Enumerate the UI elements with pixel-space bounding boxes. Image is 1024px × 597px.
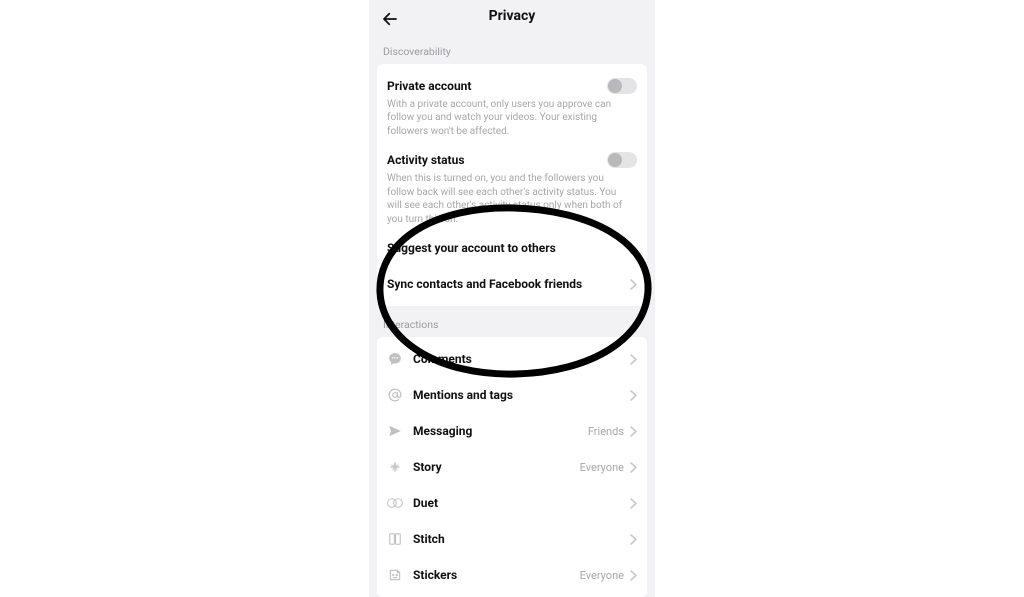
private-account-setting: Private account With a private account, … [377, 68, 647, 143]
stitch-icon [387, 531, 403, 547]
comments-icon [387, 351, 403, 367]
stickers-value: Everyone [580, 569, 624, 582]
private-account-title: Private account [387, 79, 471, 93]
section-label-discoverability: Discoverability [369, 33, 655, 64]
sticker-icon [387, 567, 403, 583]
chevron-right-icon [630, 570, 637, 581]
chevron-right-icon [630, 354, 637, 365]
private-account-desc: With a private account, only users you a… [387, 98, 637, 139]
chevron-right-icon [630, 243, 637, 254]
private-account-toggle[interactable] [607, 78, 637, 94]
stitch-row[interactable]: Stitch [377, 521, 647, 557]
stickers-label: Stickers [413, 568, 580, 582]
messaging-value: Friends [588, 425, 624, 438]
duet-row[interactable]: Duet [377, 485, 647, 521]
chevron-right-icon [630, 390, 637, 401]
messaging-row[interactable]: Messaging Friends [377, 413, 647, 449]
toggle-knob [608, 79, 622, 93]
story-label: Story [413, 460, 580, 474]
chevron-right-icon [630, 426, 637, 437]
comments-row[interactable]: Comments [377, 341, 647, 377]
chevron-right-icon [630, 462, 637, 473]
activity-status-toggle[interactable] [607, 152, 637, 168]
send-icon [387, 423, 403, 439]
chevron-right-icon [630, 279, 637, 290]
stickers-row[interactable]: Stickers Everyone [377, 557, 647, 593]
story-row[interactable]: Story Everyone [377, 449, 647, 485]
back-button[interactable] [379, 8, 401, 30]
stitch-label: Stitch [413, 532, 624, 546]
sync-contacts-row[interactable]: Sync contacts and Facebook friends [377, 266, 647, 302]
messaging-label: Messaging [413, 424, 588, 438]
mentions-label: Mentions and tags [413, 388, 624, 402]
phone-frame: Privacy Discoverability Private account … [369, 0, 655, 597]
mentions-row[interactable]: Mentions and tags [377, 377, 647, 413]
chevron-right-icon [630, 534, 637, 545]
plus-icon [387, 459, 403, 475]
header-bar: Privacy [369, 0, 655, 33]
at-sign-icon [387, 387, 403, 403]
activity-status-desc: When this is turned on, you and the foll… [387, 172, 637, 226]
chevron-right-icon [630, 498, 637, 509]
story-value: Everyone [580, 461, 624, 474]
comments-label: Comments [413, 352, 624, 366]
interactions-card: Comments Mentions and tags Messaging Fri… [377, 337, 647, 597]
suggest-account-label: Suggest your account to others [387, 241, 556, 255]
activity-status-title: Activity status [387, 153, 464, 167]
section-label-interactions: Interactions [369, 306, 655, 337]
duet-label: Duet [413, 496, 624, 510]
discoverability-card: Private account With a private account, … [377, 64, 647, 307]
activity-status-setting: Activity status When this is turned on, … [377, 142, 647, 230]
suggest-account-row[interactable]: Suggest your account to others [377, 230, 647, 266]
toggle-knob [608, 153, 622, 167]
sync-contacts-label: Sync contacts and Facebook friends [387, 277, 582, 291]
page-title: Privacy [489, 8, 536, 24]
back-arrow-icon [381, 10, 399, 28]
duet-icon [387, 495, 403, 511]
